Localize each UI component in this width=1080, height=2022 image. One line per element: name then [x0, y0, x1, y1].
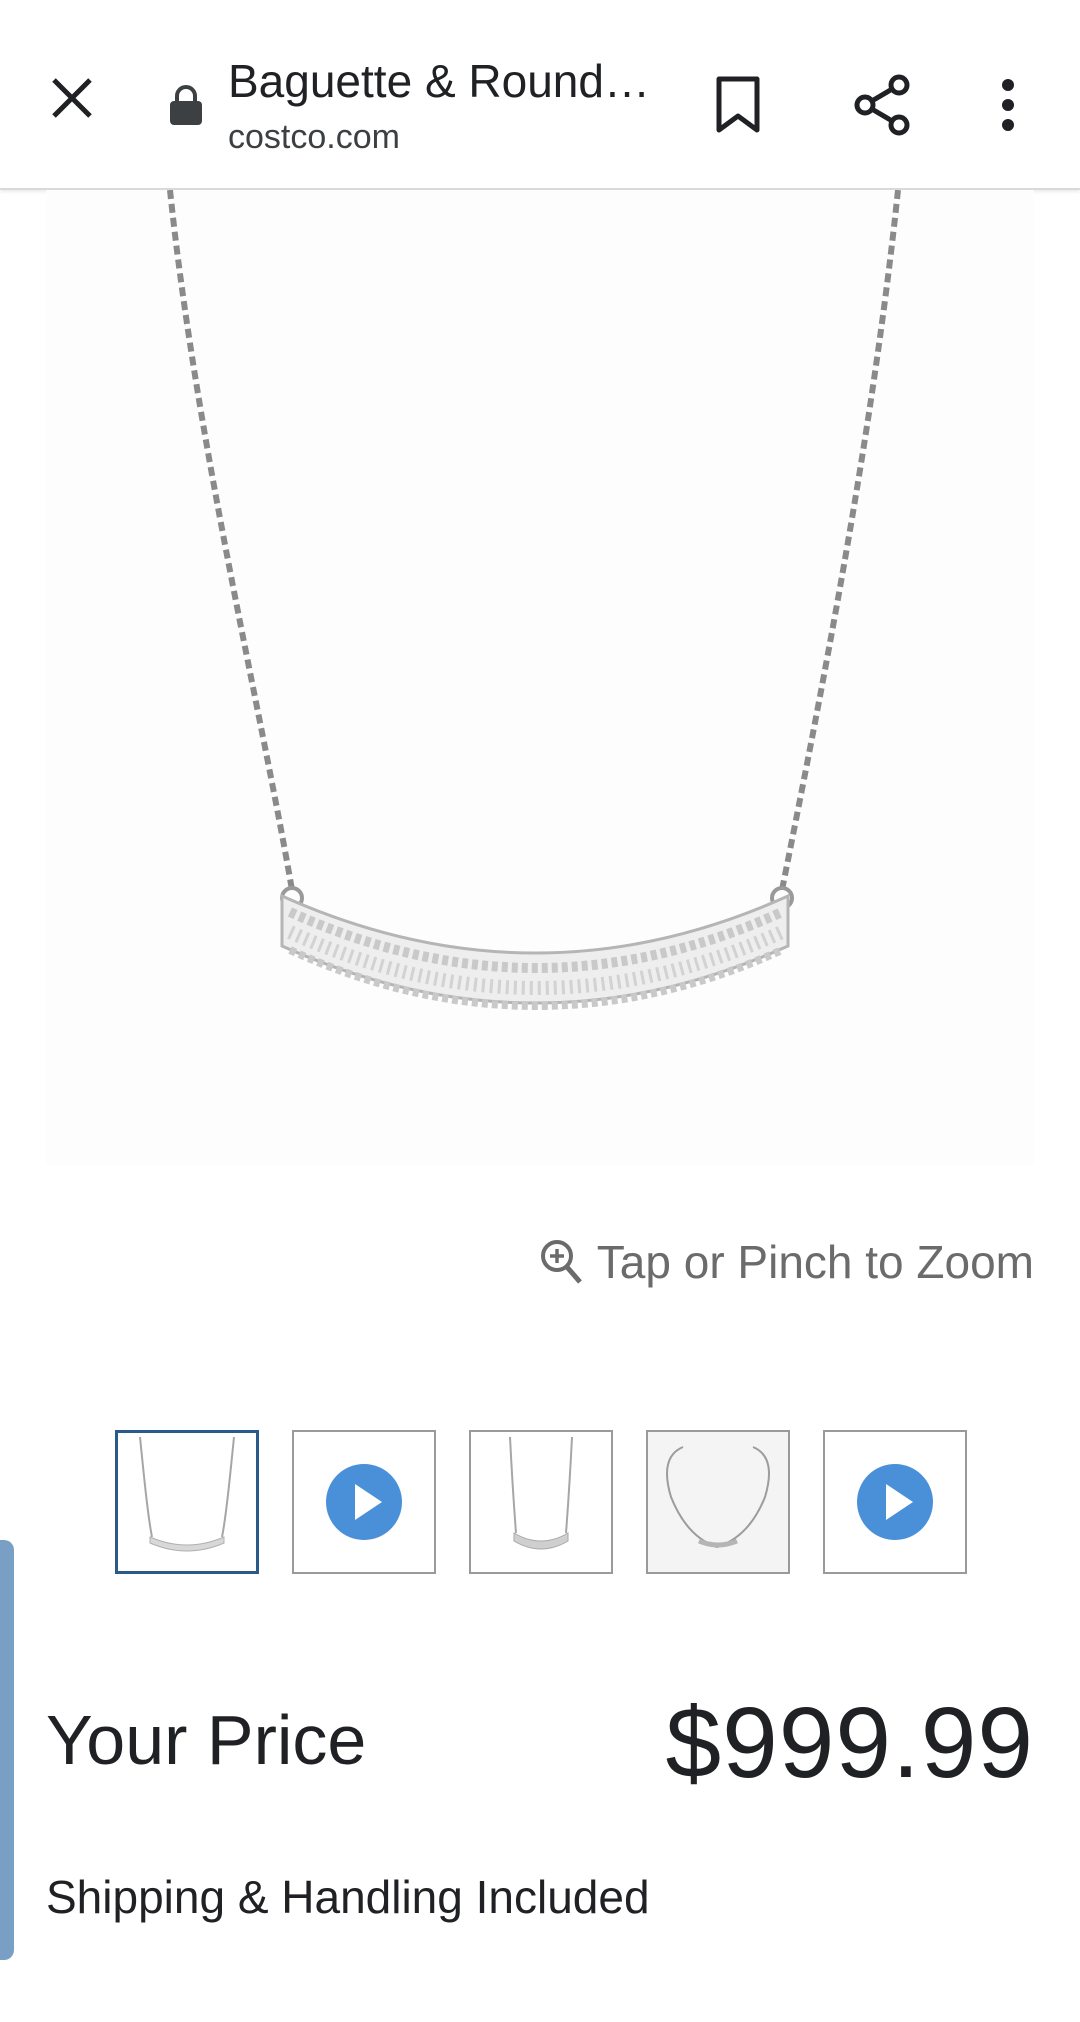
thumbnail-image-2[interactable]: [469, 1430, 613, 1574]
necklace-thumbnail: [139, 1437, 235, 1552]
thumbnail-video-2[interactable]: [823, 1430, 967, 1574]
zoom-hint[interactable]: Tap or Pinch to Zoom: [539, 1232, 1034, 1292]
share-button[interactable]: [848, 70, 918, 140]
zoom-in-icon: [540, 1240, 582, 1284]
bookmark-icon: [716, 76, 760, 133]
page-title[interactable]: Baguette & Round…: [228, 54, 650, 108]
more-vert-icon: [1002, 79, 1014, 131]
necklace-bust-thumbnail: [666, 1446, 770, 1549]
more-options-button[interactable]: [988, 70, 1028, 140]
lock-icon: [170, 85, 202, 125]
close-icon: [52, 78, 92, 118]
thumbnail-image-3[interactable]: [646, 1430, 790, 1574]
play-icon: [326, 1464, 402, 1540]
shipping-note: Shipping & Handling Included: [46, 1871, 650, 1923]
side-panel-handle[interactable]: [0, 1540, 14, 1960]
play-icon: [857, 1464, 933, 1540]
thumbnail-strip: [115, 1430, 967, 1574]
thumbnail-image-1[interactable]: [115, 1430, 259, 1574]
close-button[interactable]: [40, 66, 104, 130]
price-label: Your Price: [46, 1701, 367, 1779]
bookmark-button[interactable]: [706, 70, 770, 140]
necklace-image: [167, 189, 901, 1010]
browser-toolbar: Baguette & Round… costco.com: [0, 0, 1080, 190]
thumbnail-video-1[interactable]: [292, 1430, 436, 1574]
necklace-thumbnail: [509, 1437, 573, 1550]
share-icon: [854, 74, 910, 136]
zoom-hint-label: Tap or Pinch to Zoom: [596, 1236, 1034, 1288]
page-domain[interactable]: costco.com: [228, 118, 400, 157]
product-image[interactable]: [46, 189, 1034, 1165]
price-value: $999.99: [665, 1687, 1034, 1799]
